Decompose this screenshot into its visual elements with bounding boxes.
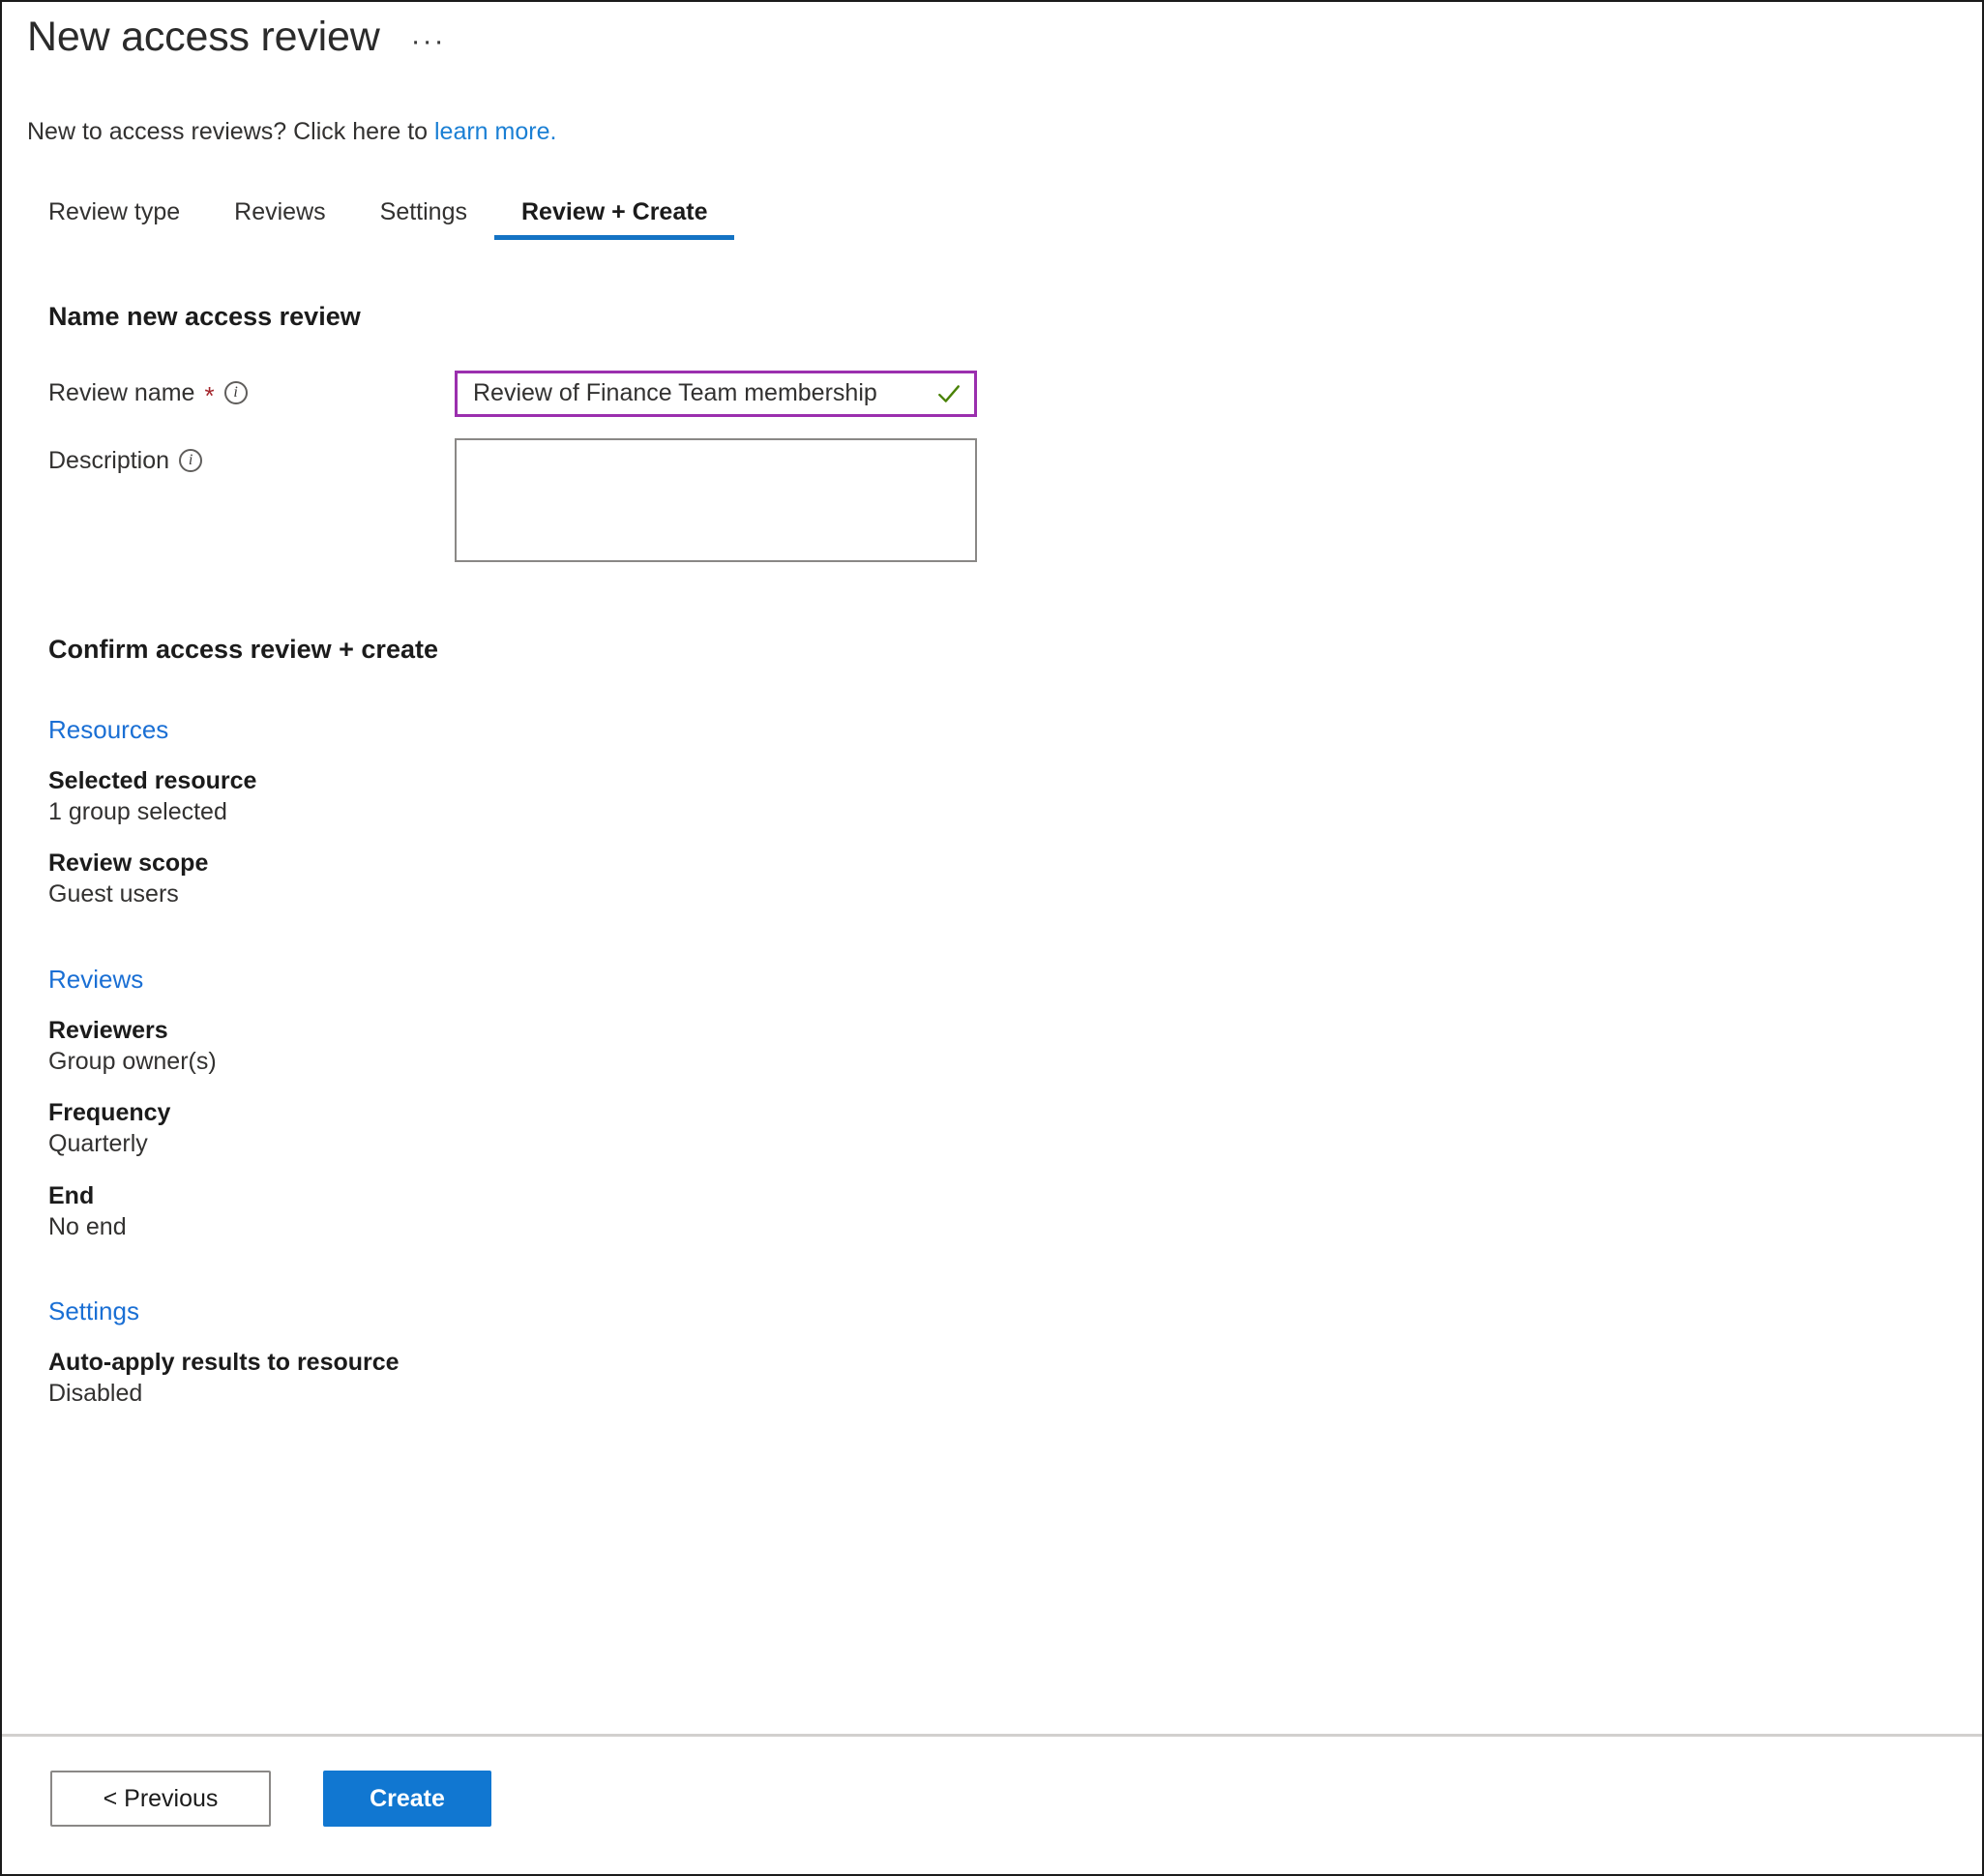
info-icon[interactable]: i (223, 381, 248, 405)
description-field-wrap (455, 437, 977, 567)
summary-item: Auto-apply results to resource Disabled (48, 1348, 1957, 1410)
tab-review-create[interactable]: Review + Create (494, 198, 735, 240)
item-label: Selected resource (48, 766, 257, 794)
settings-link[interactable]: Settings (48, 1296, 139, 1326)
summary-item: Selected resource 1 group selected (48, 766, 1957, 828)
item-value: No end (48, 1212, 127, 1240)
item-value: Guest users (48, 880, 179, 908)
create-button[interactable]: Create (323, 1771, 491, 1827)
item-value: Quarterly (48, 1130, 148, 1158)
description-label: Description (48, 446, 170, 474)
tab-review-type[interactable]: Review type (27, 198, 207, 240)
summary-item: Frequency Quarterly (48, 1098, 1957, 1160)
required-asterisk: * (204, 381, 215, 411)
description-textarea[interactable] (455, 437, 977, 562)
item-value: 1 group selected (48, 797, 227, 825)
summary-group-settings: Settings Auto-apply results to resource … (48, 1296, 1957, 1410)
subtitle: New to access reviews? Click here to lea… (27, 116, 1957, 148)
tab-settings[interactable]: Settings (353, 198, 494, 240)
summary-item: Reviewers Group owner(s) (48, 1016, 1957, 1078)
page-title: New access review (27, 14, 380, 60)
reviews-link[interactable]: Reviews (48, 965, 143, 995)
title-row: New access review ··· (27, 2, 1957, 62)
review-name-label: Review name (48, 378, 195, 406)
summary-group-reviews: Reviews Reviewers Group owner(s) Frequen… (48, 965, 1957, 1243)
name-form: Review name * i Description i (27, 370, 1957, 567)
resources-link[interactable]: Resources (48, 715, 168, 745)
summary-group-resources: Resources Selected resource 1 group sele… (48, 715, 1957, 910)
tab-bar: Review type Reviews Settings Review + Cr… (27, 198, 1957, 240)
item-label: Reviewers (48, 1016, 168, 1044)
item-label: Frequency (48, 1099, 171, 1126)
info-icon[interactable]: i (179, 449, 203, 473)
footer-buttons: < Previous Create (2, 1737, 1982, 1827)
review-name-row: Review name * i (48, 370, 1957, 417)
subtitle-text: New to access reviews? Click here to (27, 118, 434, 145)
item-label: End (48, 1181, 95, 1209)
description-label-group: Description i (48, 438, 455, 475)
more-options-icon[interactable]: ··· (407, 27, 450, 62)
review-name-label-group: Review name * i (48, 371, 455, 411)
summary-item: Review scope Guest users (48, 849, 1957, 910)
name-section-heading: Name new access review (48, 301, 361, 331)
review-name-input[interactable] (455, 370, 977, 417)
item-label: Auto-apply results to resource (48, 1349, 400, 1376)
new-access-review-blade: New access review ··· New to access revi… (0, 0, 1984, 1876)
blade-footer: < Previous Create (2, 1734, 1982, 1874)
item-value: Disabled (48, 1380, 143, 1408)
item-label: Review scope (48, 849, 209, 877)
confirm-section-heading: Confirm access review + create (48, 634, 438, 664)
item-value: Group owner(s) (48, 1047, 217, 1075)
tab-reviews[interactable]: Reviews (207, 198, 352, 240)
previous-button[interactable]: < Previous (50, 1771, 271, 1827)
summary-item: End No end (48, 1181, 1957, 1243)
description-row: Description i (48, 437, 1957, 567)
review-name-field-wrap (455, 370, 977, 417)
confirm-summary: Resources Selected resource 1 group sele… (27, 715, 1957, 1410)
blade-content: New access review ··· New to access revi… (2, 2, 1982, 1734)
learn-more-link[interactable]: learn more. (434, 118, 556, 145)
